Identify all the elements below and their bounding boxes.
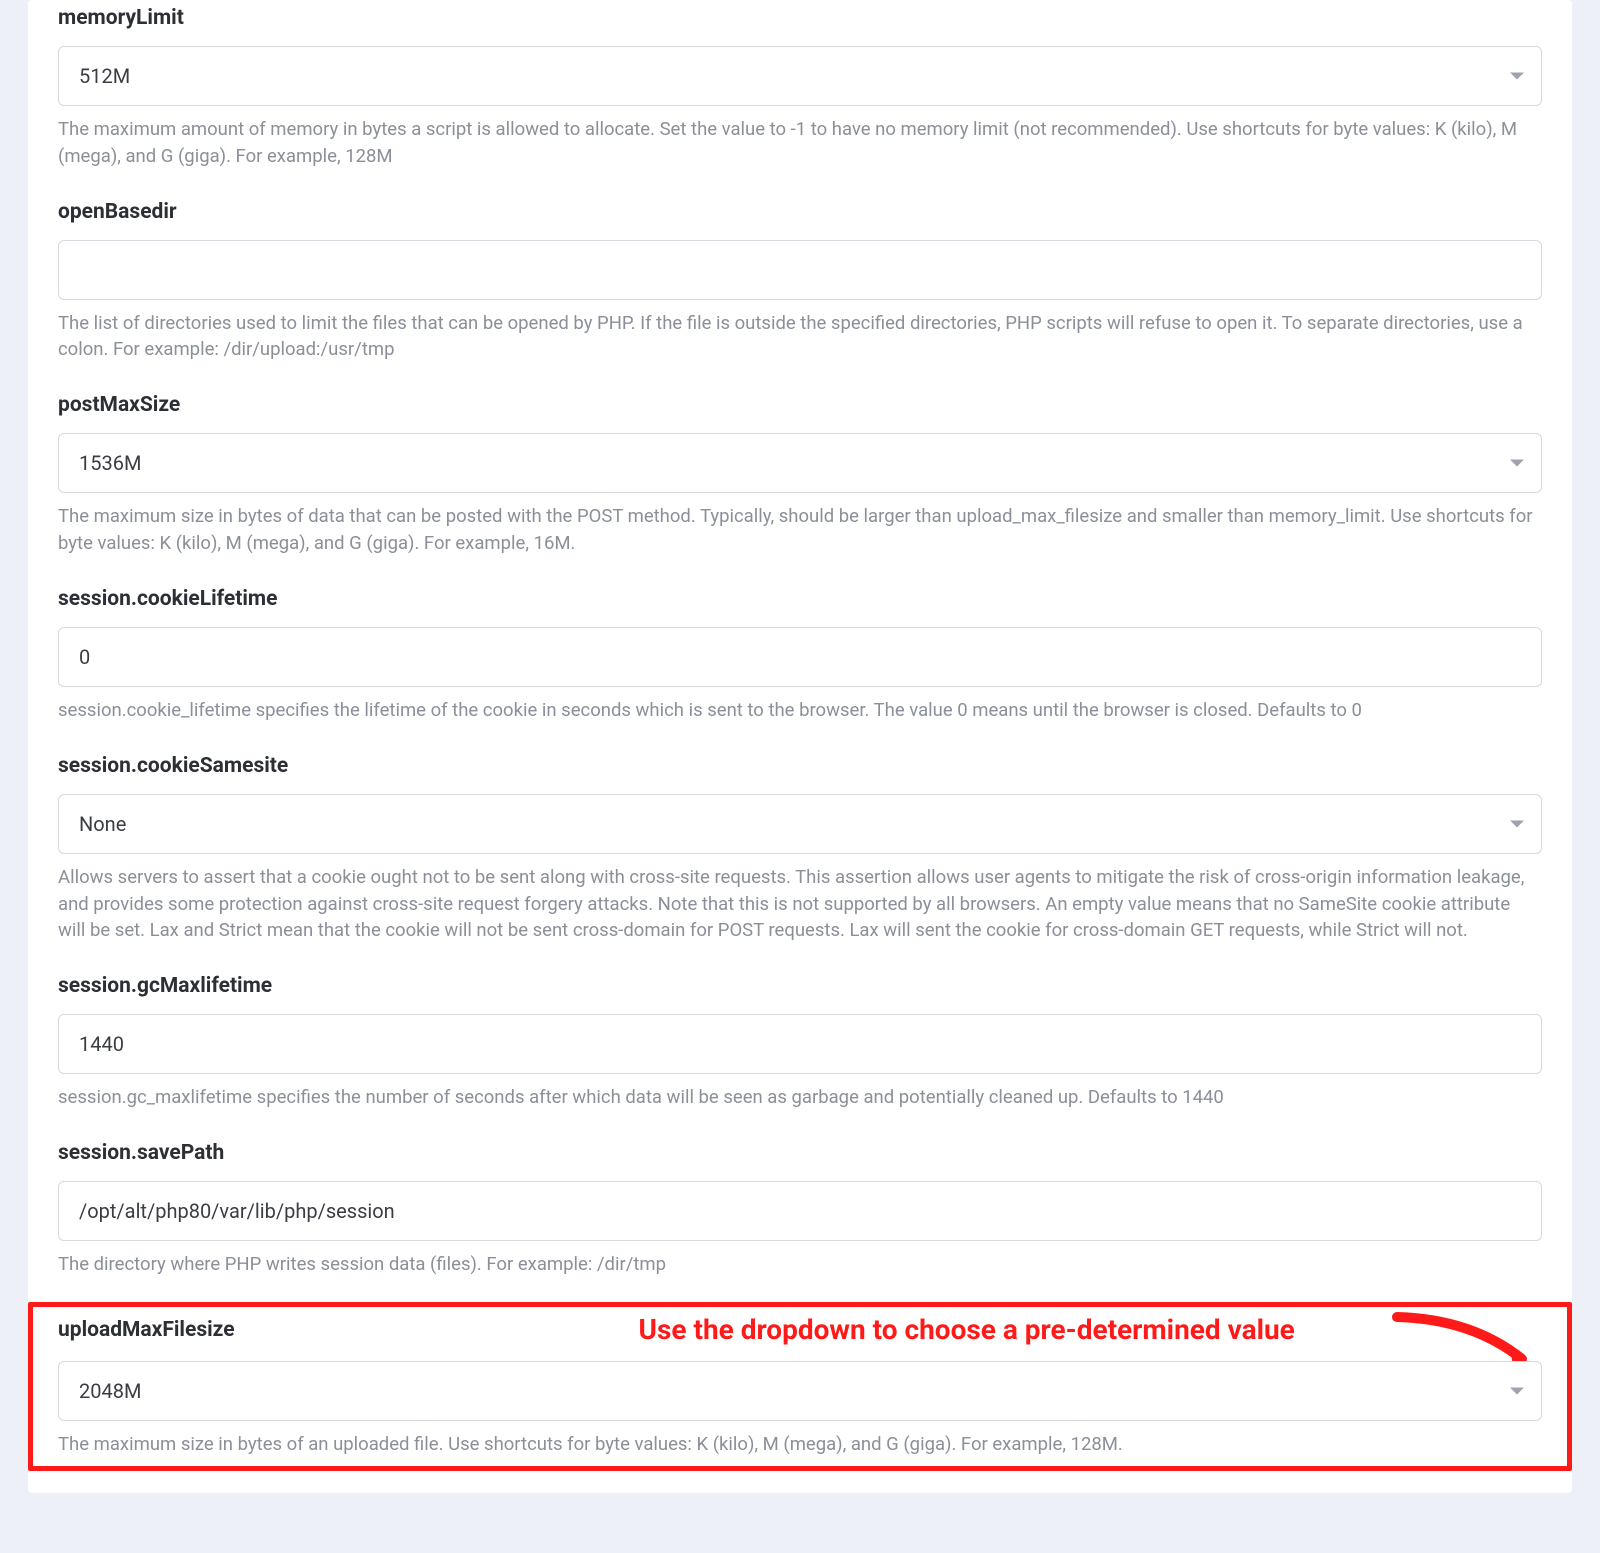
input-session-save-path[interactable]: [58, 1181, 1542, 1241]
select-value-post-max-size: 1536M: [58, 433, 1542, 493]
select-value-upload-max-filesize: 2048M: [58, 1361, 1542, 1421]
input-open-basedir[interactable]: [58, 240, 1542, 300]
help-open-basedir: The list of directories used to limit th…: [58, 310, 1542, 364]
label-session-gc-maxlifetime: session.gcMaxlifetime: [58, 974, 1542, 998]
label-session-save-path: session.savePath: [58, 1141, 1542, 1165]
select-memory-limit[interactable]: 512M: [58, 46, 1542, 106]
select-value-memory-limit: 512M: [58, 46, 1542, 106]
select-session-cookie-samesite[interactable]: None: [58, 794, 1542, 854]
field-open-basedir: openBasedir The list of directories used…: [58, 194, 1542, 364]
label-upload-max-filesize: uploadMaxFilesize: [58, 1318, 235, 1342]
select-upload-max-filesize[interactable]: 2048M: [58, 1361, 1542, 1421]
select-value-session-cookie-samesite: None: [58, 794, 1542, 854]
annotation-row: uploadMaxFilesize Use the dropdown to ch…: [58, 1315, 1542, 1345]
help-upload-max-filesize: The maximum size in bytes of an uploaded…: [58, 1431, 1542, 1458]
highlight-box: uploadMaxFilesize Use the dropdown to ch…: [28, 1302, 1572, 1471]
help-session-cookie-lifetime: session.cookie_lifetime specifies the li…: [58, 697, 1542, 724]
field-post-max-size: postMaxSize 1536M The maximum size in by…: [58, 387, 1542, 557]
label-memory-limit: memoryLimit: [58, 6, 1542, 30]
annotation-text: Use the dropdown to choose a pre-determi…: [639, 1313, 1295, 1346]
help-memory-limit: The maximum amount of memory in bytes a …: [58, 116, 1542, 170]
label-open-basedir: openBasedir: [58, 200, 1542, 224]
select-post-max-size[interactable]: 1536M: [58, 433, 1542, 493]
help-session-gc-maxlifetime: session.gc_maxlifetime specifies the num…: [58, 1084, 1542, 1111]
help-post-max-size: The maximum size in bytes of data that c…: [58, 503, 1542, 557]
field-session-cookie-lifetime: session.cookieLifetime session.cookie_li…: [58, 581, 1542, 724]
help-session-save-path: The directory where PHP writes session d…: [58, 1251, 1542, 1278]
field-memory-limit: memoryLimit 512M The maximum amount of m…: [58, 0, 1542, 170]
input-session-gc-maxlifetime[interactable]: [58, 1014, 1542, 1074]
input-session-cookie-lifetime[interactable]: [58, 627, 1542, 687]
settings-panel: memoryLimit 512M The maximum amount of m…: [28, 0, 1572, 1493]
field-session-cookie-samesite: session.cookieSamesite None Allows serve…: [58, 748, 1542, 944]
label-post-max-size: postMaxSize: [58, 393, 1542, 417]
help-session-cookie-samesite: Allows servers to assert that a cookie o…: [58, 864, 1542, 944]
label-session-cookie-samesite: session.cookieSamesite: [58, 754, 1542, 778]
label-session-cookie-lifetime: session.cookieLifetime: [58, 587, 1542, 611]
field-session-gc-maxlifetime: session.gcMaxlifetime session.gc_maxlife…: [58, 968, 1542, 1111]
field-upload-max-filesize: uploadMaxFilesize Use the dropdown to ch…: [58, 1309, 1542, 1458]
field-session-save-path: session.savePath The directory where PHP…: [58, 1135, 1542, 1278]
